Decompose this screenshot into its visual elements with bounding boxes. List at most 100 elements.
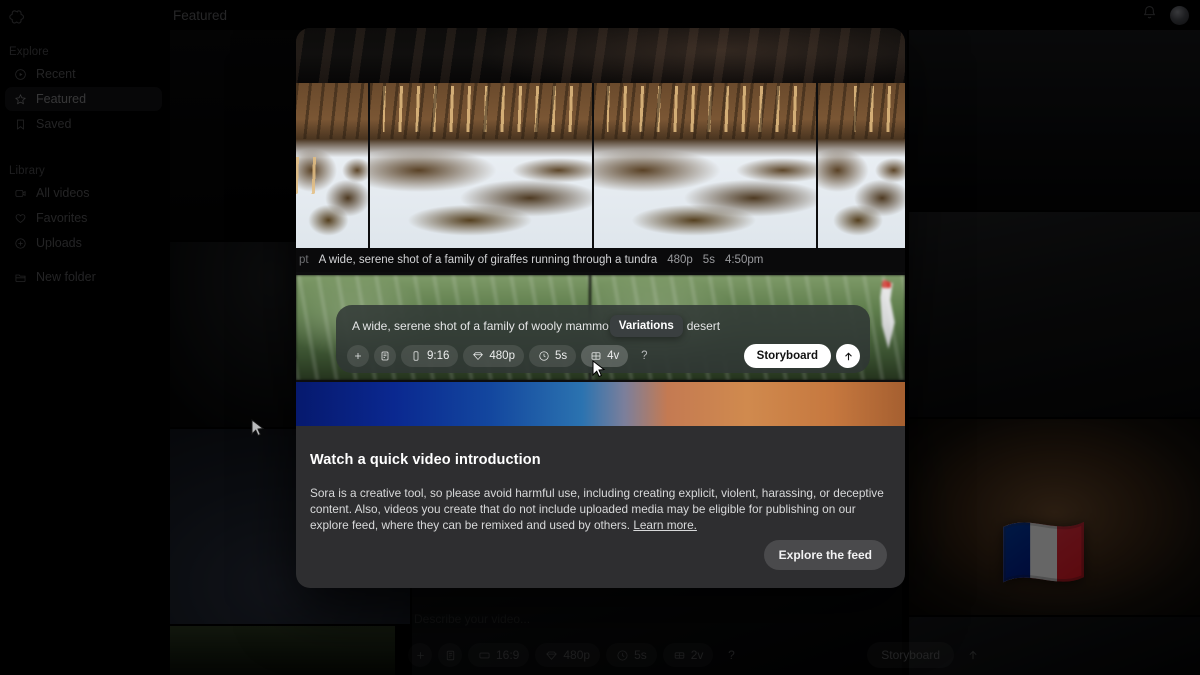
crane-subject [880, 279, 895, 349]
sidebar-item-label: Saved [36, 117, 72, 131]
variations-tooltip: Variations [609, 315, 683, 337]
modal-title: Watch a quick video introduction [310, 452, 541, 468]
sidebar-item-uploads[interactable]: Uploads [5, 231, 162, 255]
help-button[interactable]: ? [633, 345, 655, 367]
sidebar-item-recent[interactable]: Recent [5, 62, 162, 86]
aspect-ratio-value-bg: 16:9 [496, 648, 520, 662]
clock-icon [617, 649, 628, 661]
video-frame [818, 83, 905, 248]
video-resolution: 480p [667, 254, 693, 266]
video-frame-strip[interactable] [296, 83, 905, 248]
sidebar-item-label: Featured [36, 92, 87, 106]
feed-tile[interactable] [909, 30, 1200, 210]
aspect-ratio-control[interactable]: 9:16 [401, 345, 459, 367]
storyboard-icon [446, 650, 454, 660]
feed-tile[interactable] [170, 626, 395, 675]
variations-value: 4v [607, 350, 620, 362]
resolution-value-bg: 480p [563, 648, 591, 662]
bell-icon[interactable] [1141, 4, 1158, 26]
sidebar-item-label: New folder [36, 270, 96, 284]
prompt-composer: A wide, serene shot of a family of wooly… [336, 305, 870, 373]
sidebar-section-label: Explore [9, 46, 49, 58]
landscape-icon [479, 652, 490, 658]
bookmark-icon [13, 117, 27, 131]
explore-the-feed-button[interactable]: Explore the feed [763, 540, 887, 570]
grid-icon [591, 352, 601, 360]
arrow-up-icon [969, 650, 977, 660]
duration-control[interactable]: 5s [528, 345, 577, 367]
feed-tile[interactable] [170, 30, 315, 240]
clock-play-icon [13, 67, 27, 81]
sidebar-item-label: Recent [36, 67, 76, 81]
diamond-icon [546, 651, 558, 660]
storyboard-button-bg[interactable] [438, 643, 462, 667]
composer-text-row[interactable]: A wide, serene shot of a family of wooly… [352, 315, 854, 337]
submit-prompt-button[interactable] [836, 344, 860, 368]
modal-body-text: Sora is a creative tool, so please avoid… [310, 486, 884, 532]
composer-prompt-text: A wide, serene shot of a family of wooly… [352, 319, 609, 333]
diamond-icon [473, 352, 484, 361]
composer-trailing-text: desert [686, 319, 721, 333]
resolution-value: 480p [489, 350, 515, 362]
france-flag-emoji: 🇫🇷 [1000, 513, 1088, 591]
storyboard-button[interactable] [374, 345, 396, 367]
prompt-label: pt [299, 254, 309, 266]
duration-value: 5s [554, 350, 568, 362]
duration-control-bg[interactable]: 5s [606, 643, 657, 667]
sidebar-item-favorites[interactable]: Favorites [5, 206, 162, 230]
variations-control[interactable]: 4v [581, 345, 629, 367]
video-timestamp: 4:50pm [724, 254, 764, 266]
top-bar: Featured [170, 0, 1200, 30]
duration-value-bg: 5s [634, 648, 647, 662]
variations-value-bg: 2v [690, 648, 704, 662]
sidebar-section-label: Library [9, 165, 45, 177]
sidebar: Explore Recent Featured Saved Library Al… [0, 0, 170, 675]
resolution-control[interactable]: 480p [463, 345, 524, 367]
account-avatar[interactable] [1170, 5, 1189, 25]
modal-top-media [296, 28, 905, 83]
aspect-ratio-value: 9:16 [427, 350, 450, 362]
heart-icon [13, 211, 27, 225]
feed-tile[interactable] [909, 212, 1200, 417]
storyboard-icon [381, 351, 389, 361]
clock-icon [539, 351, 549, 361]
sidebar-item-label: Uploads [36, 236, 82, 250]
storyboard-cta-button[interactable]: Storyboard [743, 344, 831, 368]
storyboard-cta-button-bg[interactable]: Storyboard [867, 642, 954, 668]
learn-more-link[interactable]: Learn more. [633, 518, 697, 532]
video-prompt-meta-row[interactable]: pt A wide, serene shot of a family of gi… [296, 248, 905, 272]
add-button[interactable] [347, 345, 369, 367]
video-frame [594, 83, 816, 248]
sidebar-divider-space [0, 137, 170, 157]
sidebar-item-all-videos[interactable]: All videos [5, 181, 162, 205]
gradient-video-band[interactable] [296, 382, 905, 426]
sidebar-item-saved[interactable]: Saved [5, 112, 162, 136]
sidebar-divider-space [0, 256, 170, 265]
video-prompt-text: A wide, serene shot of a family of giraf… [318, 254, 658, 266]
help-button-bg[interactable]: ? [719, 643, 743, 667]
video-frame [296, 83, 368, 248]
variations-control-bg[interactable]: 2v [662, 643, 714, 667]
openai-logo-icon[interactable] [5, 5, 29, 29]
arrow-up-icon [844, 351, 852, 360]
resolution-control-bg[interactable]: 480p [535, 643, 601, 667]
video-box-icon [13, 186, 27, 200]
sidebar-item-new-folder[interactable]: New folder [5, 265, 162, 289]
describe-video-input[interactable]: Describe your video... [414, 612, 530, 626]
plus-icon [416, 651, 424, 659]
video-duration: 5s [702, 254, 715, 266]
grid-icon [674, 651, 684, 659]
modal-info-panel: Watch a quick video introduction Sora is… [296, 426, 905, 588]
sidebar-item-featured[interactable]: Featured [5, 87, 162, 111]
add-button-bg[interactable] [408, 643, 432, 667]
sidebar-item-label: Favorites [36, 211, 88, 225]
plus-icon [355, 353, 361, 359]
feed-tile[interactable] [170, 242, 315, 427]
aspect-ratio-control-bg[interactable]: 16:9 [468, 643, 530, 667]
submit-prompt-button-bg[interactable] [960, 642, 986, 668]
portrait-icon [413, 351, 419, 361]
background-composer-controls: 16:9 480p 5s 2v ? Storyboard [408, 642, 986, 668]
folder-plus-icon [13, 270, 27, 284]
modal-body: Sora is a creative tool, so please avoid… [310, 486, 891, 533]
background-prompt-composer: Describe your video... 16:9 480p 5s 2v ?… [396, 603, 996, 675]
